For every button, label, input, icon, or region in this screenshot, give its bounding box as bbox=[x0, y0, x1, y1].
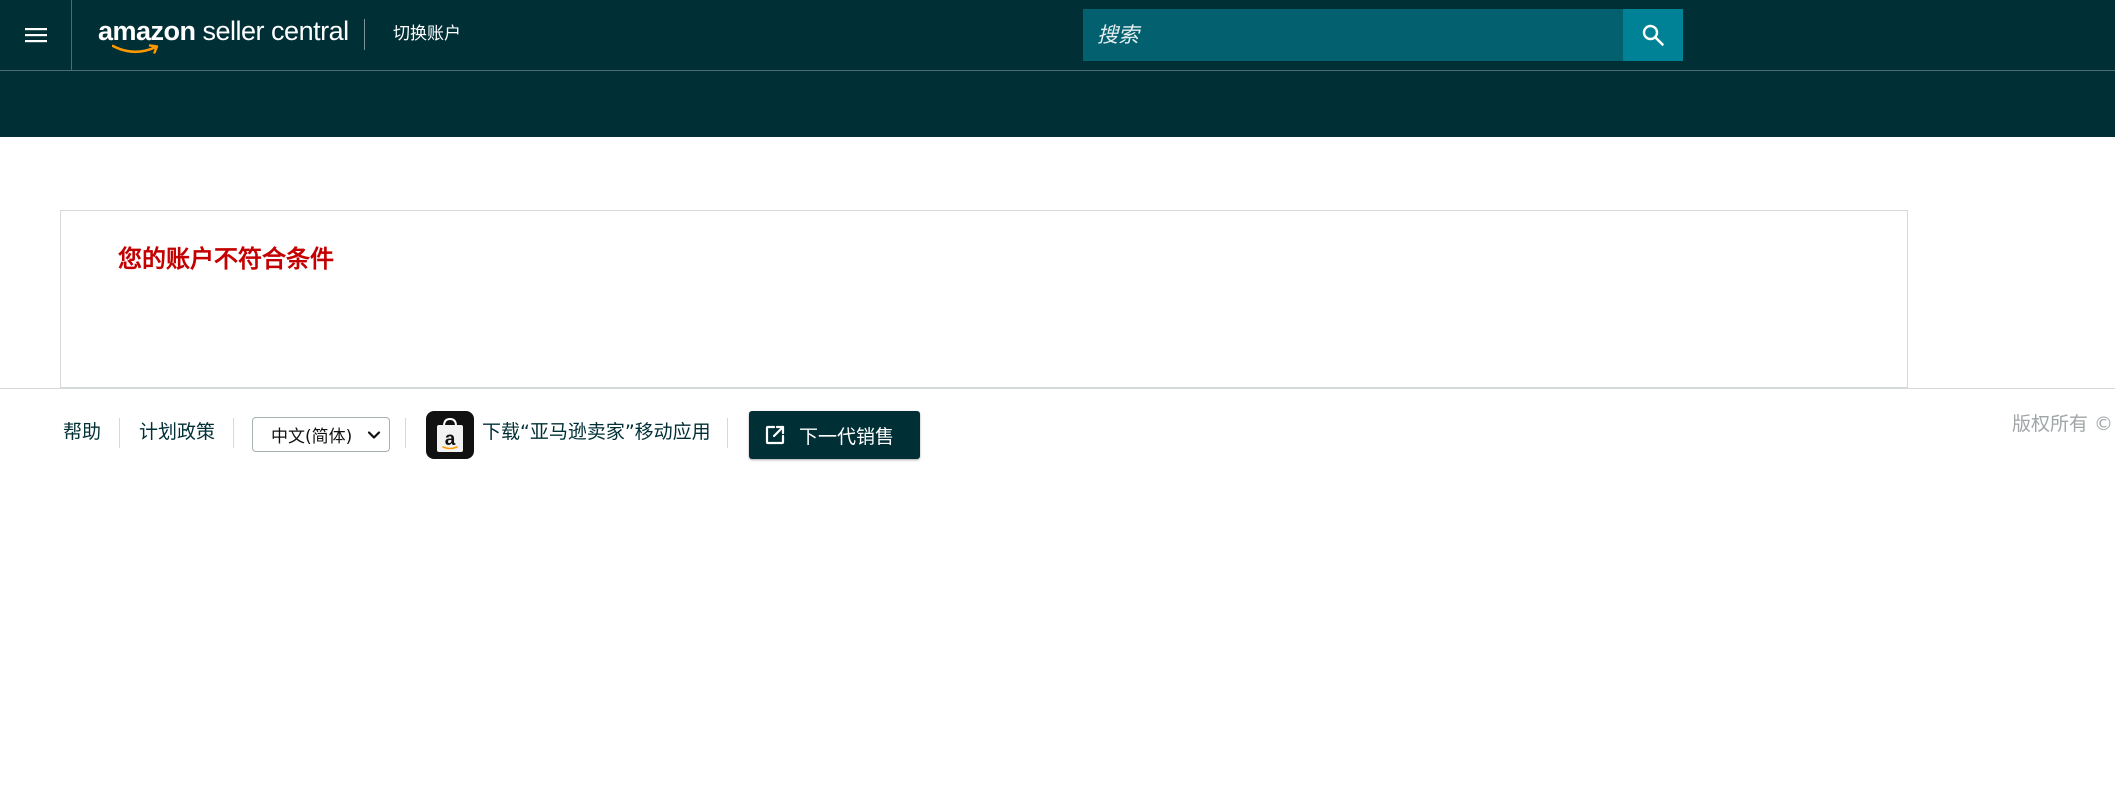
chevron-down-icon bbox=[367, 431, 381, 439]
program-policies-link[interactable]: 计划政策 bbox=[139, 419, 215, 445]
amazon-shopping-bag-app-icon[interactable]: a bbox=[426, 411, 474, 459]
help-link[interactable]: 帮助 bbox=[63, 419, 101, 445]
secondary-nav-bar bbox=[0, 71, 2115, 137]
shopping-bag-icon: a bbox=[437, 417, 463, 452]
svg-text:a: a bbox=[445, 429, 456, 450]
page-title: 您的账户不符合条件 bbox=[118, 245, 334, 273]
language-select[interactable]: 中文(简体) bbox=[252, 417, 390, 452]
search-icon bbox=[1642, 24, 1664, 46]
footer-separator bbox=[233, 418, 234, 448]
copyright-text: 版权所有 © bbox=[2012, 413, 2114, 435]
account-status-card: 您的账户不符合条件 bbox=[60, 210, 1908, 388]
language-selected-value: 中文(简体) bbox=[271, 427, 353, 447]
next-gen-selling-label: 下一代销售 bbox=[799, 425, 895, 448]
logo-text: amazon seller central bbox=[98, 16, 349, 46]
footer: 帮助 计划政策 中文(简体) a 下载“亚马逊卖家”移动应用 下一代销售 版权所… bbox=[0, 389, 2115, 469]
switch-account-link[interactable]: 切换账户 bbox=[393, 23, 461, 45]
top-header: amazon seller central 切换账户 bbox=[0, 0, 2115, 71]
search-bar bbox=[1083, 9, 1683, 61]
search-button[interactable] bbox=[1623, 9, 1683, 61]
amazon-smile-icon bbox=[112, 44, 159, 54]
external-link-icon bbox=[765, 425, 785, 445]
download-mobile-app-link[interactable]: 下载“亚马逊卖家”移动应用 bbox=[482, 419, 711, 445]
hamburger-menu-icon bbox=[24, 28, 47, 43]
next-gen-selling-button[interactable]: 下一代销售 bbox=[749, 411, 920, 459]
footer-separator bbox=[119, 418, 120, 448]
footer-separator bbox=[405, 418, 406, 448]
search-input[interactable] bbox=[1083, 9, 1623, 61]
menu-button[interactable] bbox=[0, 0, 72, 70]
header-divider bbox=[364, 19, 365, 50]
footer-separator bbox=[727, 418, 728, 448]
